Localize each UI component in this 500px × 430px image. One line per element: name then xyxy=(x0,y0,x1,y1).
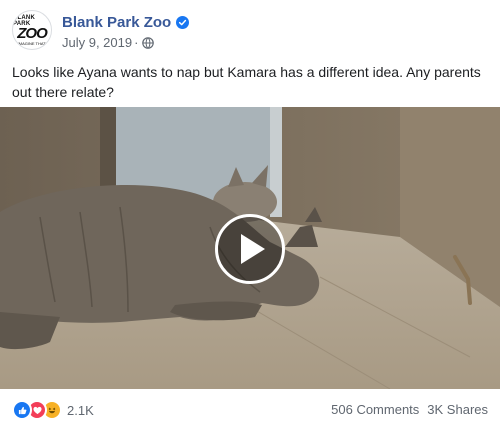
video-player[interactable] xyxy=(0,107,500,389)
meta-separator: · xyxy=(134,35,139,50)
post-date[interactable]: July 9, 2019 xyxy=(62,35,132,50)
globe-icon[interactable] xyxy=(142,36,155,49)
play-icon xyxy=(241,234,265,264)
avatar-logo-line2: ZOO xyxy=(17,24,47,42)
comments-count-link[interactable]: 506 Comments xyxy=(331,402,419,417)
post-text: Looks like Ayana wants to nap but Kamara… xyxy=(12,64,481,100)
avatar-logo-line3: IMAGINE THAT. xyxy=(17,40,47,46)
post-stats: 506 Comments 3K Shares xyxy=(331,402,488,417)
post-footer: 2.1K 506 Comments 3K Shares xyxy=(12,398,488,422)
reactions-summary[interactable]: 2.1K xyxy=(12,400,94,420)
reaction-count: 2.1K xyxy=(67,402,94,418)
like-icon xyxy=(12,400,32,420)
shares-count-link[interactable]: 3K Shares xyxy=(427,402,488,417)
verified-badge-icon xyxy=(176,16,190,29)
page-name-link[interactable]: Blank Park Zoo xyxy=(62,14,190,31)
page-avatar[interactable]: BLANK PARK ZOO IMAGINE THAT. xyxy=(12,10,52,50)
play-button[interactable] xyxy=(215,214,285,284)
post-meta: July 9, 2019 · xyxy=(62,35,155,50)
page-name[interactable]: Blank Park Zoo xyxy=(62,14,171,31)
post-header: BLANK PARK ZOO IMAGINE THAT. Blank Park … xyxy=(12,10,488,54)
